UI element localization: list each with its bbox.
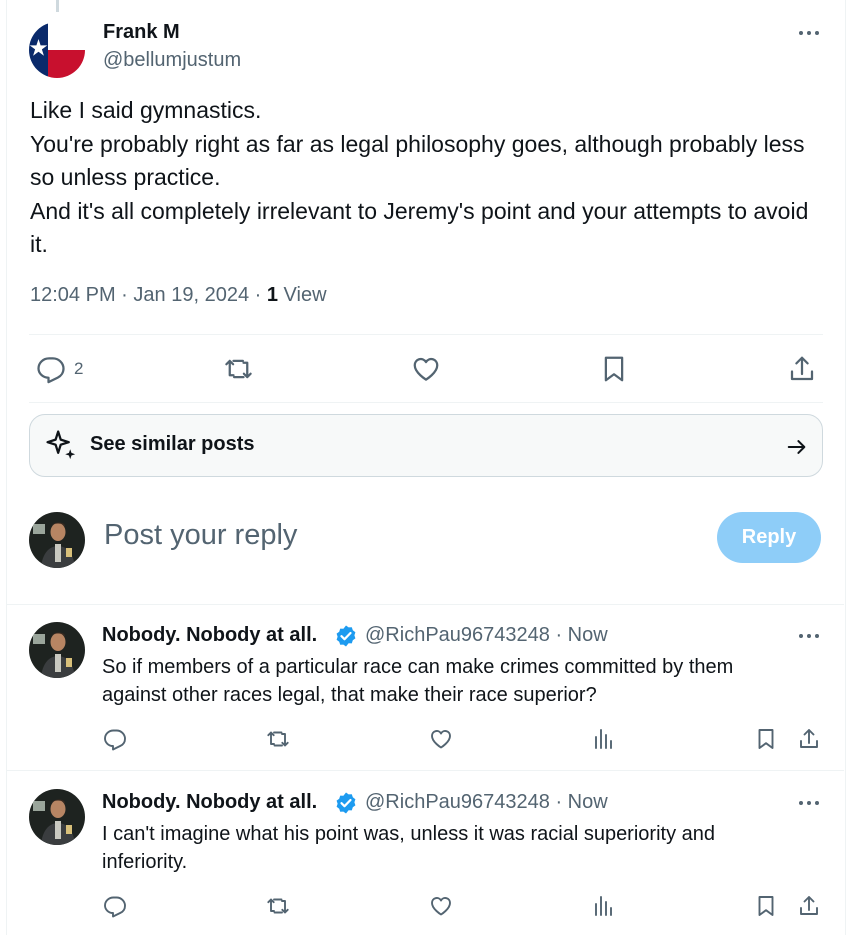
analytics-icon xyxy=(595,896,612,916)
repost-action-button[interactable] xyxy=(265,727,291,751)
thread-connector-line xyxy=(56,0,59,12)
see-similar-posts-label: See similar posts xyxy=(90,433,255,455)
like-action-button[interactable] xyxy=(429,727,453,751)
like-action-button[interactable] xyxy=(429,894,453,918)
tweet-text-line: And it's all completely irrelevant to Je… xyxy=(30,197,815,258)
analytics-action-button[interactable] xyxy=(592,894,616,918)
user-photo-avatar-icon xyxy=(29,622,85,678)
more-dots-icon xyxy=(799,801,819,805)
meta-separator: · xyxy=(121,284,128,306)
reply-author-avatar[interactable] xyxy=(29,622,85,678)
reply-time[interactable]: · Now xyxy=(555,624,607,646)
reply-icon xyxy=(104,896,126,918)
heart-icon xyxy=(431,730,451,749)
see-similar-posts-button[interactable]: See similar posts xyxy=(29,414,823,477)
tweet-text: Like I said gymnastics. You're probably … xyxy=(30,94,820,262)
user-photo-avatar-icon xyxy=(29,789,85,845)
texas-flag-icon xyxy=(29,22,85,78)
tweet-date[interactable]: Jan 19, 2024 xyxy=(133,284,249,306)
tweet-time[interactable]: 12:04 PM xyxy=(30,284,116,306)
reply-count: 2 xyxy=(74,359,84,378)
user-photo-avatar-icon xyxy=(29,512,85,568)
share-action-button[interactable] xyxy=(797,894,821,918)
arrow-right-icon xyxy=(787,440,806,454)
analytics-icon xyxy=(595,729,612,749)
reply-author-name[interactable]: Nobody. Nobody at all. xyxy=(102,624,317,647)
reply-text: So if members of a particular race can m… xyxy=(102,656,734,706)
current-user-avatar[interactable] xyxy=(29,512,85,568)
reply-author-avatar[interactable] xyxy=(29,789,85,845)
divider xyxy=(29,334,823,335)
repost-icon xyxy=(225,359,252,379)
reply-author-handle[interactable]: @RichPau96743248 xyxy=(365,624,550,646)
reply-icon xyxy=(104,729,126,751)
share-action-button[interactable] xyxy=(797,727,821,751)
reply-author-handle[interactable]: @RichPau96743248 xyxy=(365,791,550,813)
share-action-button[interactable] xyxy=(787,354,817,384)
reply-action-button[interactable] xyxy=(103,727,127,751)
reply-button[interactable]: Reply xyxy=(717,512,821,563)
reply-action-button[interactable]: 2 xyxy=(36,354,83,384)
more-dots-icon xyxy=(799,31,819,35)
bookmark-action-button[interactable] xyxy=(754,727,778,751)
tweet-text-line: You're probably right as far as legal ph… xyxy=(30,130,811,191)
tweet-metadata: 12:04 PM · Jan 19, 2024 · 1 View xyxy=(30,284,327,307)
repost-action-button[interactable] xyxy=(223,354,254,384)
more-dots-icon xyxy=(799,634,819,638)
reply-action-button[interactable] xyxy=(103,894,127,918)
share-icon xyxy=(800,729,818,748)
more-options-button[interactable] xyxy=(797,624,821,648)
reply-handle-and-time: @RichPau96743248 · Now xyxy=(365,791,608,814)
repost-icon xyxy=(267,731,289,747)
bookmark-action-button[interactable] xyxy=(754,894,778,918)
analytics-action-button[interactable] xyxy=(592,727,616,751)
section-divider xyxy=(6,604,844,605)
reply-author-name[interactable]: Nobody. Nobody at all. xyxy=(102,791,317,814)
more-options-button[interactable] xyxy=(797,21,821,45)
bookmark-action-button[interactable] xyxy=(599,354,629,384)
verified-badge-icon xyxy=(336,792,356,814)
repost-icon xyxy=(267,898,289,914)
heart-icon xyxy=(431,897,451,916)
views-count: 1 xyxy=(266,284,278,306)
reply-handle-and-time: @RichPau96743248 · Now xyxy=(365,624,608,647)
heart-icon xyxy=(413,357,439,381)
sparkle-icon xyxy=(46,430,76,460)
verified-badge-icon xyxy=(336,625,356,647)
repost-action-button[interactable] xyxy=(265,894,291,918)
author-avatar[interactable] xyxy=(29,22,85,78)
tweet-text-line: Like I said gymnastics. xyxy=(30,97,262,123)
reply-input[interactable]: Post your reply xyxy=(104,519,297,552)
reply-time[interactable]: · Now xyxy=(555,791,607,813)
bookmark-icon xyxy=(758,896,774,916)
views-label: View xyxy=(283,284,327,306)
reply-icon xyxy=(37,357,65,384)
bookmark-icon xyxy=(758,729,774,749)
share-icon xyxy=(800,896,818,915)
author-name[interactable]: Frank M xyxy=(103,21,180,44)
section-divider xyxy=(6,770,844,771)
share-icon xyxy=(790,356,814,381)
bookmark-icon xyxy=(604,356,624,382)
divider xyxy=(29,402,823,403)
like-action-button[interactable] xyxy=(411,354,441,384)
author-handle[interactable]: @bellumjustum xyxy=(103,49,241,72)
more-options-button[interactable] xyxy=(797,791,821,815)
reply-text: I can't imagine what his point was, unle… xyxy=(102,823,715,873)
meta-separator: · xyxy=(254,284,262,306)
